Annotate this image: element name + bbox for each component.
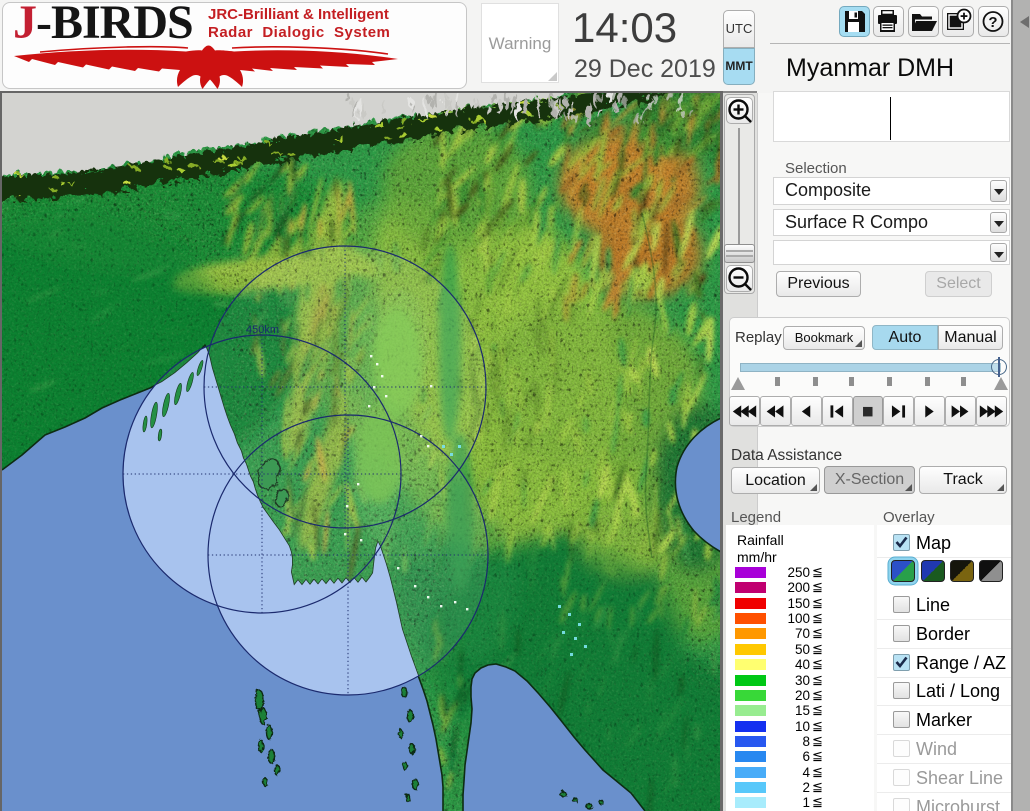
svg-text:?: ? (988, 14, 997, 31)
svg-text:450km: 450km (246, 324, 279, 336)
